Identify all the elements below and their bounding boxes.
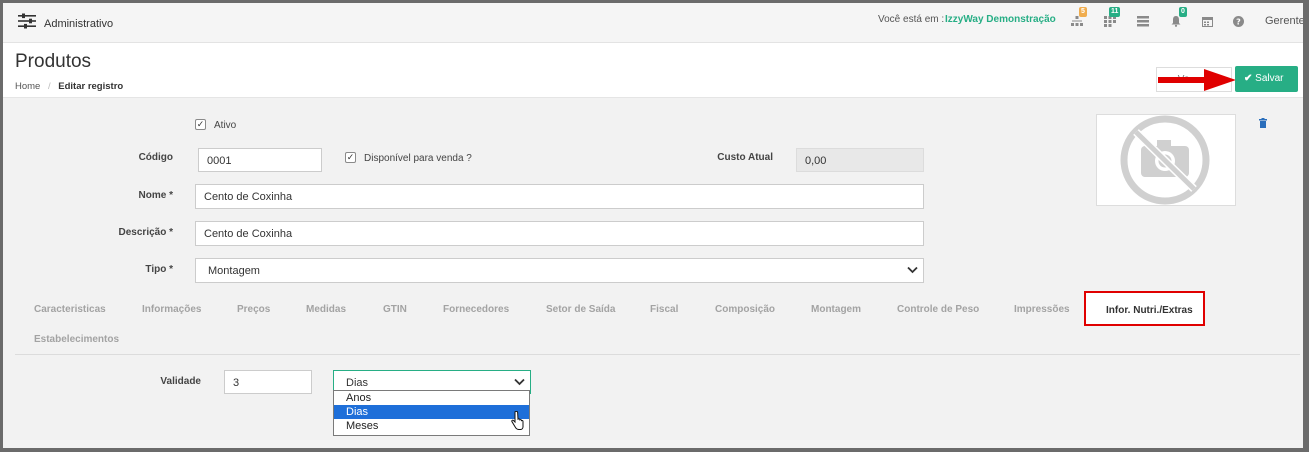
user-menu[interactable]: Gerente xyxy=(1265,15,1303,27)
save-label: Salvar xyxy=(1255,73,1284,84)
option-meses[interactable]: Meses xyxy=(334,419,529,433)
descricao-input[interactable]: Cento de Coxinha xyxy=(195,221,924,246)
location-name[interactable]: IzzyWay Demonstração xyxy=(945,14,1056,25)
no-camera-icon xyxy=(1120,115,1210,205)
custo-input: 0,00 xyxy=(796,148,924,172)
tab-composicao[interactable]: Composição xyxy=(715,304,775,315)
codigo-input[interactable]: 0001 xyxy=(198,148,322,172)
tab-medidas[interactable]: Medidas xyxy=(306,304,346,315)
product-image-placeholder[interactable] xyxy=(1096,114,1236,206)
save-button[interactable]: ✔ Salvar xyxy=(1235,66,1298,92)
tab-setor-de-saida[interactable]: Setor de Saída xyxy=(546,304,615,315)
nome-label: Nome * xyxy=(138,190,173,201)
check-icon: ✔ xyxy=(1244,73,1253,84)
ativo-label: Ativo xyxy=(214,120,237,131)
tipo-chevron-down-icon xyxy=(907,266,918,274)
app-title: Administrativo xyxy=(44,18,114,30)
trash-icon[interactable] xyxy=(1259,118,1267,128)
menu-sliders-icon[interactable] xyxy=(17,13,37,29)
tipo-select[interactable]: Montagem xyxy=(195,258,924,283)
tab-caracteristicas[interactable]: Caracteristicas xyxy=(34,304,106,315)
validade-input[interactable]: 3 xyxy=(224,370,312,394)
tab-fiscal[interactable]: Fiscal xyxy=(650,304,678,315)
disponivel-label: Disponível para venda ? xyxy=(364,153,472,164)
green-badge: 11 xyxy=(1109,7,1121,17)
location-prefix: Você está em : xyxy=(878,14,945,25)
form-area: ✓ Ativo Código 0001 ✓ Disponível para ve… xyxy=(3,98,1303,448)
svg-text:?: ? xyxy=(1236,18,1241,27)
page-title: Produtos xyxy=(15,51,92,72)
red-arrow-annotation xyxy=(1158,69,1236,91)
tab-infor-nutri-extras-label: Infor. Nutri./Extras xyxy=(1106,305,1193,316)
bell-badge: 0 xyxy=(1179,7,1187,17)
app-window: Administrativo Você está em : IzzyWay De… xyxy=(3,3,1303,448)
custo-label: Custo Atual xyxy=(717,152,773,163)
validade-chevron-down-icon xyxy=(514,378,525,386)
breadcrumb-current: Editar registro xyxy=(58,81,124,92)
tab-precos[interactable]: Preços xyxy=(237,304,270,315)
codigo-label: Código xyxy=(138,152,173,163)
top-bar: Administrativo Você está em : IzzyWay De… xyxy=(3,3,1303,43)
help-icon[interactable]: ? xyxy=(1233,16,1244,29)
validade-unit-dropdown: Anos Dias Meses xyxy=(333,390,530,436)
tab-infor-nutri-extras[interactable]: Infor. Nutri./Extras xyxy=(1084,291,1205,326)
orange-badge: 5 xyxy=(1079,7,1087,17)
grid-icon[interactable] xyxy=(1104,16,1116,29)
tab-informacoes[interactable]: Informações xyxy=(142,304,201,315)
tabs-divider xyxy=(15,354,1300,355)
tipo-label: Tipo * xyxy=(145,264,173,275)
nome-input[interactable]: Cento de Coxinha xyxy=(195,184,924,209)
breadcrumb-separator: / xyxy=(47,81,51,92)
tab-impressoes[interactable]: Impressões xyxy=(1014,304,1070,315)
tab-fornecedores[interactable]: Fornecedores xyxy=(443,304,509,315)
calendar-icon[interactable] xyxy=(1202,16,1213,29)
sitemap-icon[interactable] xyxy=(1071,16,1083,29)
tab-estabelecimentos[interactable]: Estabelecimentos xyxy=(34,334,119,345)
page-header: Produtos Home / Editar registro ← Vo ✔ S… xyxy=(3,43,1303,98)
breadcrumb-home[interactable]: Home xyxy=(15,81,40,92)
tab-gtin[interactable]: GTIN xyxy=(383,304,407,315)
tab-montagem[interactable]: Montagem xyxy=(811,304,861,315)
validade-unit-value: Dias xyxy=(346,377,369,389)
mouse-cursor-icon xyxy=(511,411,524,430)
option-dias[interactable]: Dias xyxy=(334,405,529,419)
list-icon[interactable] xyxy=(1137,16,1149,29)
option-anos[interactable]: Anos xyxy=(334,391,529,405)
ativo-checkbox[interactable]: ✓ xyxy=(195,119,206,130)
breadcrumb: Home / Editar registro xyxy=(15,81,123,92)
bell-icon[interactable] xyxy=(1170,15,1182,29)
descricao-label: Descrição * xyxy=(118,227,173,238)
tipo-select-value: Montagem xyxy=(208,265,260,277)
validade-label: Validade xyxy=(160,376,201,387)
tab-controle-de-peso[interactable]: Controle de Peso xyxy=(897,304,979,315)
disponivel-checkbox[interactable]: ✓ xyxy=(345,152,356,163)
